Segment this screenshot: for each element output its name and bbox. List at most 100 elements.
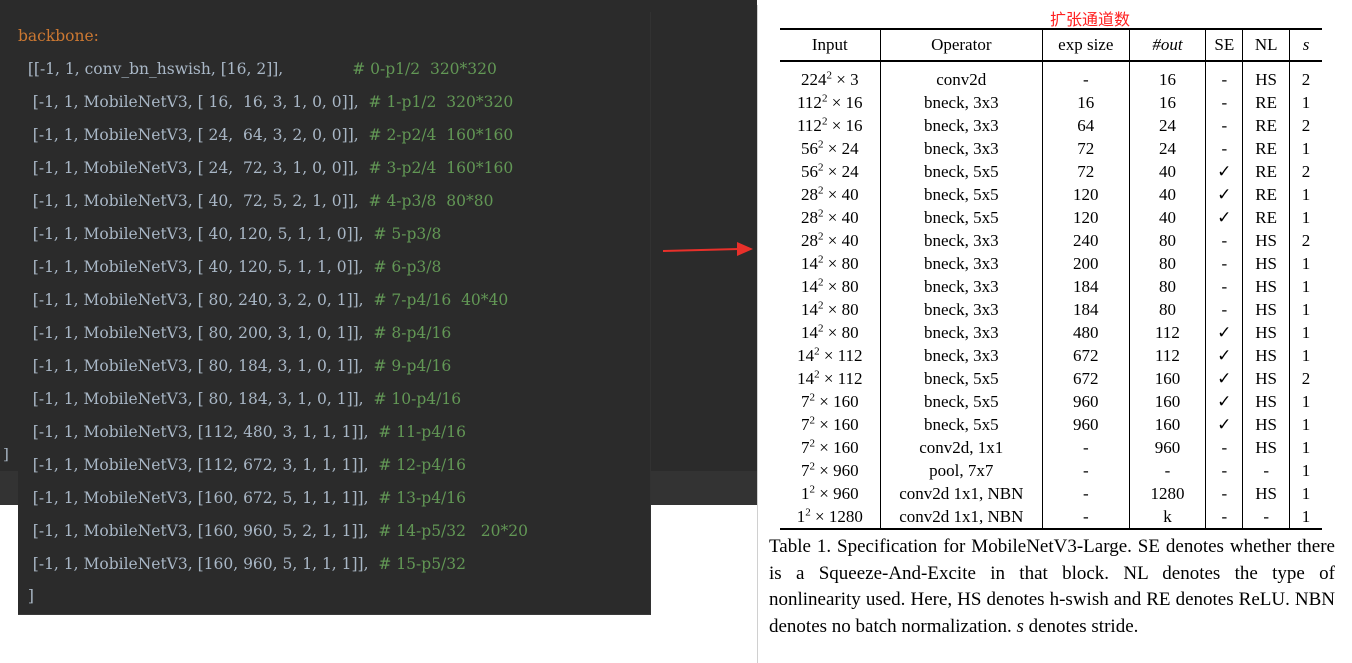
code-text: [[-1, 1, conv_bn_hswish, [16, 2]],: [18, 60, 353, 78]
table-body: 2242 × 3 conv2d -16- HS 2 1122 × 16 bneck, 3x3…: [780, 60, 1322, 530]
input-channels: 80: [841, 277, 859, 296]
cell-input: 72 × 160: [780, 436, 880, 459]
cell-operator: conv2d: [879, 60, 1043, 91]
cell-nl: -: [1242, 505, 1290, 530]
cell-operator: bneck, 3x3: [879, 321, 1043, 344]
code-comment: # 10-p4/16: [373, 390, 462, 408]
cell-se: -: [1205, 137, 1243, 160]
cell-se: -: [1205, 298, 1243, 321]
cell-exp-size: 240: [1041, 229, 1130, 252]
input-base: 7: [801, 461, 810, 480]
spec-table: Input Operator exp size #out SE NL s 224…: [780, 28, 1322, 530]
table-row: 12 × 960 conv2d 1x1, NBN -1280- HS 1: [780, 482, 1322, 505]
cell-exp-size: 184: [1041, 275, 1130, 298]
cell-input: 142 × 80: [780, 252, 880, 275]
header-out: #out: [1128, 28, 1206, 62]
cell-input: 72 × 160: [780, 413, 880, 436]
cell-operator: conv2d 1x1, NBN: [879, 482, 1043, 505]
code-comment: # 14-p5/32 20*20: [378, 522, 528, 540]
cell-stride: 1: [1289, 436, 1322, 459]
input-channels: 24: [841, 162, 859, 181]
cell-exp-size: -: [1041, 459, 1130, 482]
times-symbol: ×: [827, 116, 846, 135]
cell-nl: RE: [1242, 160, 1290, 183]
code-text: [-1, 1, MobileNetV3, [ 16, 16, 3, 1, 0, …: [18, 93, 369, 111]
times-symbol: ×: [815, 415, 834, 434]
cell-nl: HS: [1242, 298, 1290, 321]
cell-nl: HS: [1242, 482, 1290, 505]
cell-exp-size: 200: [1041, 252, 1130, 275]
input-channels: 40: [841, 231, 859, 250]
code-comment: # 15-p5/32: [378, 555, 466, 573]
code-text: [-1, 1, MobileNetV3, [160, 672, 5, 1, 1,…: [18, 489, 379, 507]
input-channels: 112: [837, 346, 863, 365]
code-header-line: backbone:: [18, 27, 99, 45]
times-symbol: ×: [819, 369, 838, 388]
cell-nl: RE: [1242, 206, 1290, 229]
cell-operator: bneck, 3x3: [879, 275, 1043, 298]
input-channels: 16: [845, 116, 863, 135]
input-base: 7: [801, 392, 810, 411]
cell-stride: 1: [1289, 137, 1322, 160]
table-row: 282 × 40 bneck, 5x5 120 40 ✓ RE 1: [780, 183, 1322, 206]
cell-operator: bneck, 5x5: [879, 390, 1043, 413]
input-base: 28: [801, 208, 818, 227]
cell-stride: 1: [1289, 390, 1322, 413]
cell-exp-size: 672: [1041, 344, 1130, 367]
times-symbol: ×: [815, 438, 834, 457]
cell-se: -: [1205, 114, 1243, 137]
input-base: 224: [801, 70, 827, 89]
cell-input: 12 × 1280: [780, 505, 881, 530]
times-symbol: ×: [823, 162, 842, 181]
code-editor[interactable]: backbone: [[-1, 1, conv_bn_hswish, [16, …: [18, 12, 651, 615]
code-text: [-1, 1, MobileNetV3, [ 80, 240, 3, 2, 0,…: [18, 291, 374, 309]
cell-operator: bneck, 3x3: [879, 229, 1043, 252]
cell-stride: 2: [1289, 229, 1322, 252]
input-channels: 24: [841, 139, 859, 158]
cell-se: -: [1205, 436, 1243, 459]
code-line: [-1, 1, MobileNetV3, [ 40, 120, 5, 1, 1,…: [18, 257, 442, 277]
cell-operator: bneck, 3x3: [879, 91, 1043, 114]
input-channels: 16: [845, 93, 863, 112]
cell-se: ✓: [1205, 390, 1243, 413]
input-base: 14: [801, 277, 818, 296]
cell-out: 16: [1128, 60, 1206, 91]
cell-se: ✓: [1205, 344, 1243, 367]
header-stride: s: [1289, 28, 1322, 62]
cell-out: 24: [1128, 137, 1206, 160]
cell-stride: 1: [1289, 252, 1322, 275]
input-base: 56: [801, 162, 818, 181]
table-row: 72 × 160 bneck, 5x5 960 160 ✓ HS 1: [780, 390, 1322, 413]
cell-nl: RE: [1242, 91, 1290, 114]
cell-input: 142 × 80: [780, 275, 880, 298]
cell-out: 16: [1128, 91, 1206, 114]
cell-stride: 1: [1289, 206, 1322, 229]
code-comment: # 8-p4/16: [373, 324, 452, 342]
cell-operator: bneck, 3x3: [879, 252, 1043, 275]
cell-out: 160: [1128, 413, 1206, 436]
cell-exp-size: 120: [1041, 206, 1130, 229]
cell-nl: -: [1242, 459, 1290, 482]
input-channels: 1280: [828, 507, 863, 526]
times-symbol: ×: [827, 93, 846, 112]
input-channels: 40: [841, 185, 859, 204]
caption-stride-symbol: s: [1016, 615, 1024, 637]
cell-exp-size: 16: [1041, 91, 1130, 114]
cell-stride: 1: [1289, 505, 1322, 530]
cell-input: 142 × 112: [780, 367, 880, 390]
times-symbol: ×: [823, 185, 842, 204]
cell-exp-size: -: [1041, 436, 1130, 459]
input-channels: 160: [833, 392, 859, 411]
times-symbol: ×: [815, 461, 834, 480]
code-line: [-1, 1, MobileNetV3, [160, 960, 5, 2, 1,…: [18, 521, 528, 541]
input-base: 14: [797, 369, 815, 388]
cell-operator: bneck, 3x3: [879, 344, 1043, 367]
table-row: 72 × 160 bneck, 5x5 960 160 ✓ HS 1: [780, 413, 1322, 436]
table-row: 1122 × 16 bneck, 3x3 64 24- RE 2: [780, 114, 1322, 137]
code-comment: # 4-p3/8 80*80: [368, 192, 494, 210]
code-line: [-1, 1, MobileNetV3, [ 40, 72, 5, 2, 1, …: [18, 191, 494, 211]
cell-se: ✓: [1205, 367, 1243, 390]
times-symbol: ×: [823, 231, 842, 250]
cell-operator: bneck, 5x5: [879, 206, 1043, 229]
cell-se: -: [1205, 505, 1243, 530]
